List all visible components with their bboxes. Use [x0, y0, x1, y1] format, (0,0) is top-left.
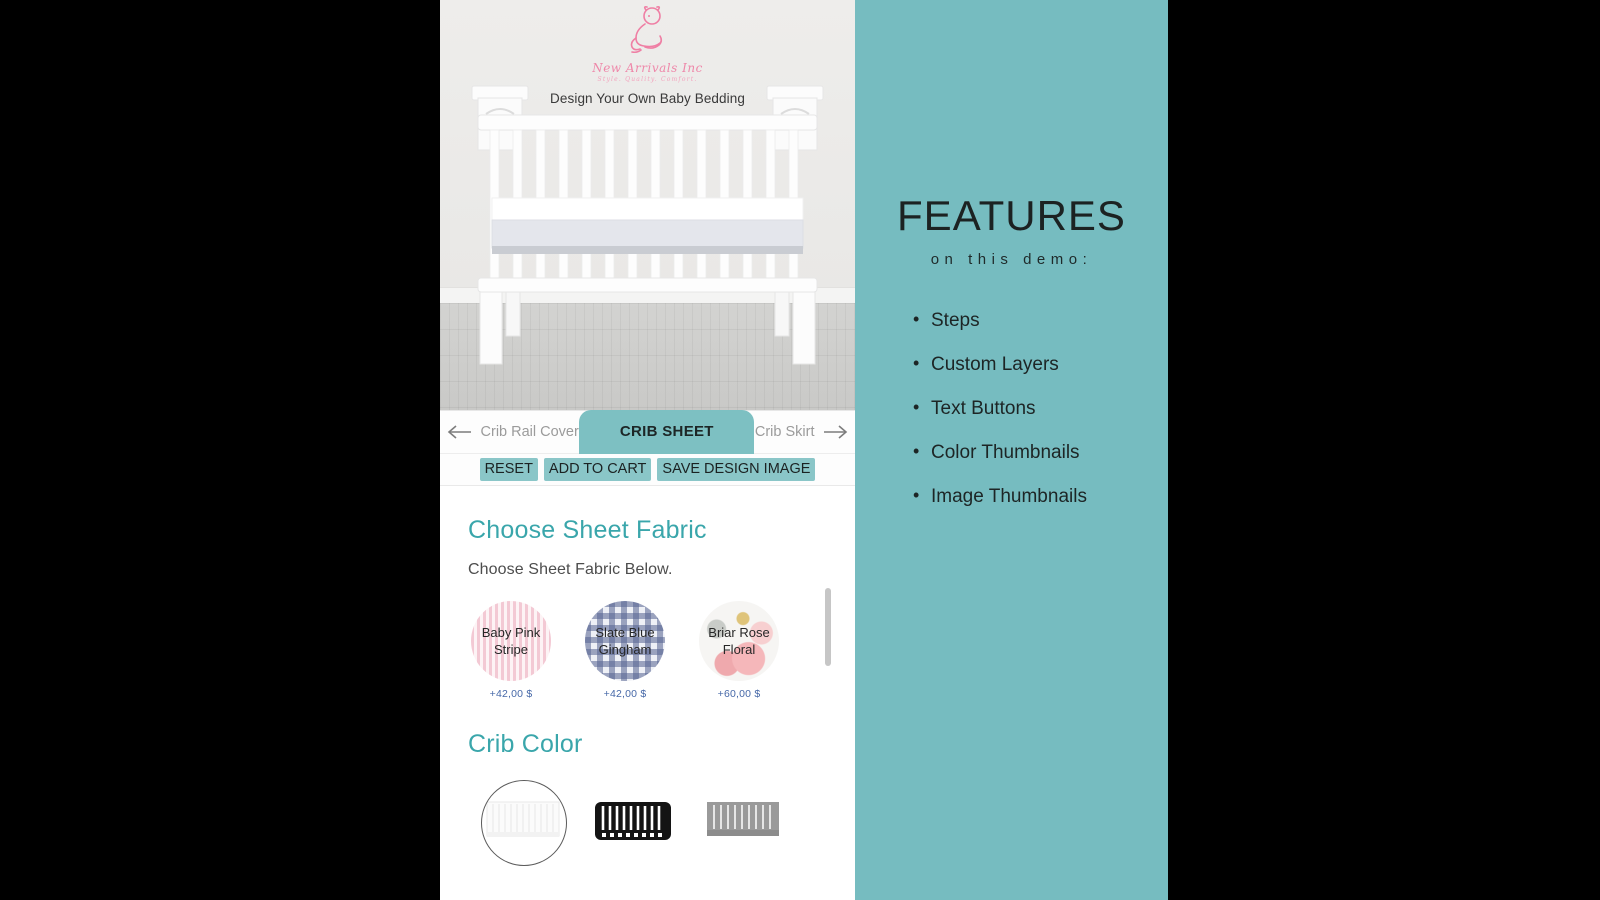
fabric-option-label: Slate Blue Gingham — [595, 625, 655, 657]
crib-color-option-white[interactable] — [481, 780, 567, 866]
fabric-option-price: +60,00 $ — [717, 688, 761, 700]
fabric-section-subtitle: Choose Sheet Fabric Below. — [468, 561, 673, 578]
step-tab-bar: Crib Rail Cover CRIB SHEET Crib Skirt — [440, 410, 855, 454]
crib-color-option-gray[interactable] — [702, 781, 784, 863]
brand-tagline-small: Style. Quality. Comfort. — [597, 76, 698, 83]
options-panel: Choose Sheet Fabric Choose Sheet Fabric … — [440, 486, 855, 900]
brand-script-name: New Arrivals Inc — [592, 61, 703, 75]
reset-button[interactable]: RESET — [479, 457, 538, 482]
fabric-option-price: +42,00 $ — [489, 688, 533, 700]
features-list: Steps Custom Layers Text Buttons Color T… — [913, 309, 1168, 508]
feature-item-custom-layers: Custom Layers — [913, 353, 1168, 376]
feature-item-steps: Steps — [913, 309, 1168, 332]
fabric-option-price: +42,00 $ — [603, 688, 647, 700]
crib-color-option-black[interactable] — [592, 781, 674, 863]
features-panel: FEATURES on this demo: Steps Custom Laye… — [855, 0, 1168, 900]
arrow-left-icon — [447, 425, 471, 439]
designer-app-column: New Arrivals Inc Style. Quality. Comfort… — [440, 0, 855, 900]
action-button-row: RESET ADD TO CART SAVE DESIGN IMAGE — [440, 454, 855, 486]
add-to-cart-button[interactable]: ADD TO CART — [543, 457, 652, 482]
fabric-option-label: Baby Pink Stripe — [481, 625, 541, 657]
fabric-section-title: Choose Sheet Fabric — [468, 516, 707, 544]
brand-logo: New Arrivals Inc Style. Quality. Comfort… — [440, 6, 855, 106]
fabric-option-briar-rose-floral[interactable]: Briar Rose Floral +60,00 $ — [699, 601, 779, 700]
hero-tagline: Design Your Own Baby Bedding — [550, 91, 745, 106]
prev-step-arrow[interactable] — [440, 410, 480, 454]
step-tab-crib-sheet[interactable]: CRIB SHEET — [579, 410, 755, 454]
step-tab-crib-skirt[interactable]: Crib Skirt — [754, 410, 815, 454]
fabric-option-slate-blue-gingham[interactable]: Slate Blue Gingham +42,00 $ — [585, 601, 665, 700]
black-crib-thumbnail — [595, 802, 671, 840]
fabric-option-baby-pink-stripe[interactable]: Baby Pink Stripe +42,00 $ — [471, 601, 551, 700]
fabric-option-label: Briar Rose Floral — [708, 625, 770, 657]
slate-blue-gingham-swatch[interactable]: Slate Blue Gingham — [585, 601, 665, 681]
product-preview[interactable]: New Arrivals Inc Style. Quality. Comfort… — [440, 0, 855, 410]
save-design-image-button[interactable]: SAVE DESIGN IMAGE — [657, 457, 816, 482]
options-scrollbar[interactable] — [825, 588, 831, 666]
gray-crib-thumbnail — [707, 802, 779, 836]
white-crib-thumbnail — [486, 801, 560, 837]
features-title: FEATURES — [897, 192, 1126, 239]
step-tab-crib-rail-cover[interactable]: Crib Rail Cover — [480, 410, 579, 454]
pink-stripe-swatch[interactable]: Baby Pink Stripe — [471, 601, 551, 681]
briar-rose-floral-swatch[interactable]: Briar Rose Floral — [699, 601, 779, 681]
arrow-right-icon — [824, 425, 848, 439]
features-subtitle: on this demo: — [930, 251, 1093, 268]
feature-item-image-thumbnails: Image Thumbnails — [913, 485, 1168, 508]
feature-item-color-thumbnails: Color Thumbnails — [913, 441, 1168, 464]
fabric-swatch-row: Baby Pink Stripe +42,00 $ Slate Blue Gin… — [468, 601, 829, 700]
screen: New Arrivals Inc Style. Quality. Comfort… — [0, 0, 1600, 900]
next-step-arrow[interactable] — [815, 410, 855, 454]
baby-bear-logo-icon — [630, 6, 662, 54]
crib-color-row — [468, 780, 829, 866]
crib-illustration — [471, 85, 824, 365]
color-section-title: Crib Color — [468, 730, 583, 758]
feature-item-text-buttons: Text Buttons — [913, 397, 1168, 420]
